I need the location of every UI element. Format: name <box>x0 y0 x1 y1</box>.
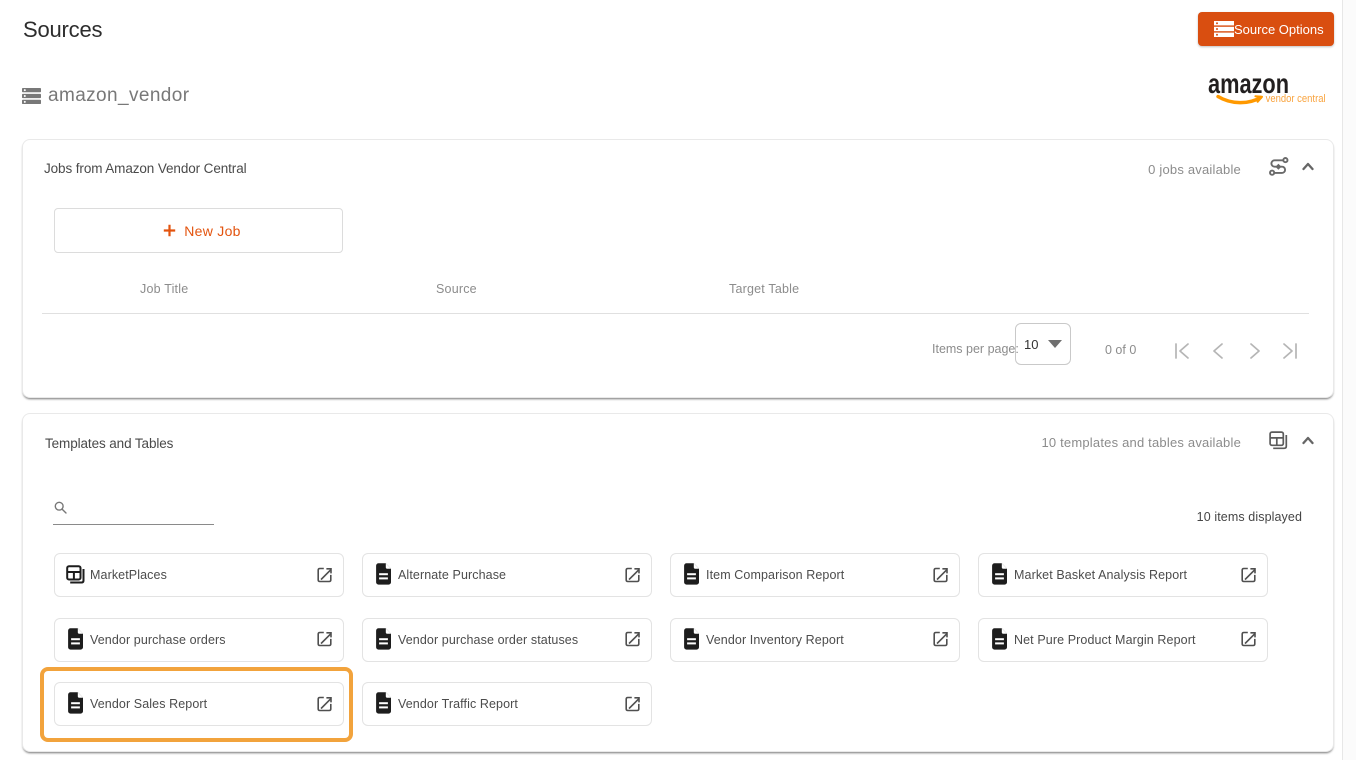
svg-text:vendor central: vendor central <box>1266 93 1326 105</box>
